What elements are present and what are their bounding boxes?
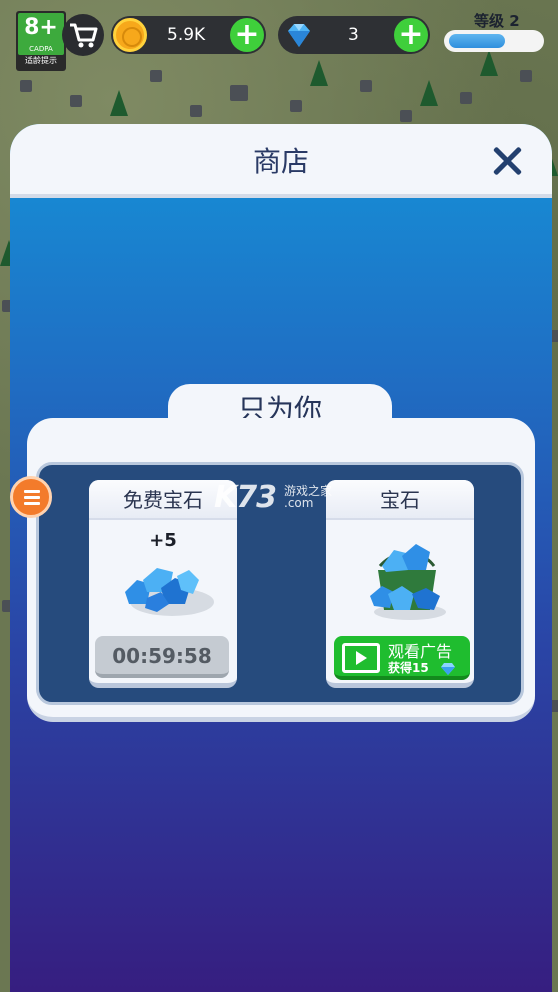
level-indicator: 等级 2 <box>474 10 520 31</box>
add-gems-button[interactable]: + <box>394 18 428 52</box>
gem-bucket-icon <box>370 544 446 620</box>
shop-cart-button[interactable] <box>62 14 104 56</box>
age-rating-text: 8+ <box>24 15 58 40</box>
gem-pile-icon <box>125 568 214 616</box>
age-caption: 适龄提示 <box>25 56 57 65</box>
shop-header: 商店 <box>10 124 552 198</box>
coin-counter: 5.9K + <box>111 16 266 54</box>
gem-value: 3 <box>348 25 359 45</box>
watch-ad-button[interactable]: 观看广告 获得15 <box>334 636 470 680</box>
side-menu-button[interactable] <box>10 476 52 518</box>
gem-icon <box>441 663 455 675</box>
free-gems-amount: +5 <box>149 530 177 551</box>
film-icon <box>342 643 380 673</box>
level-progress-bar <box>444 30 544 52</box>
close-icon[interactable] <box>492 146 522 176</box>
watermark-domain: .com <box>284 496 314 510</box>
free-gems-timer: 00:59:58 <box>95 636 229 678</box>
add-coins-button[interactable]: + <box>230 18 264 52</box>
level-label: 等级 <box>474 12 505 30</box>
watermark-logo: K73 <box>214 480 277 515</box>
gems-offer-card[interactable]: 宝石 观看广告 获得15 <box>326 480 474 688</box>
plus-icon: + <box>398 17 424 52</box>
gem-counter: 3 + <box>278 16 430 54</box>
age-org-text: CADPA <box>29 45 53 53</box>
cart-icon <box>70 23 98 48</box>
gem-icon <box>288 24 310 47</box>
watch-ad-reward: 获得15 <box>388 661 429 675</box>
shop-title: 商店 <box>252 145 309 178</box>
age-rating-badge: 8+ CADPA 适龄提示 <box>16 11 66 71</box>
coin-value: 5.9K <box>167 25 206 45</box>
plus-icon: + <box>234 17 260 52</box>
gems-offer-title: 宝石 <box>326 480 474 520</box>
level-value: 2 <box>509 12 520 30</box>
coin-icon <box>113 18 147 52</box>
watermark: K73 游戏之家 .com <box>214 480 332 515</box>
level-progress-fill <box>449 34 505 48</box>
top-hud: 8+ CADPA 适龄提示 5.9K + 3 + 等级 2 <box>0 0 558 71</box>
